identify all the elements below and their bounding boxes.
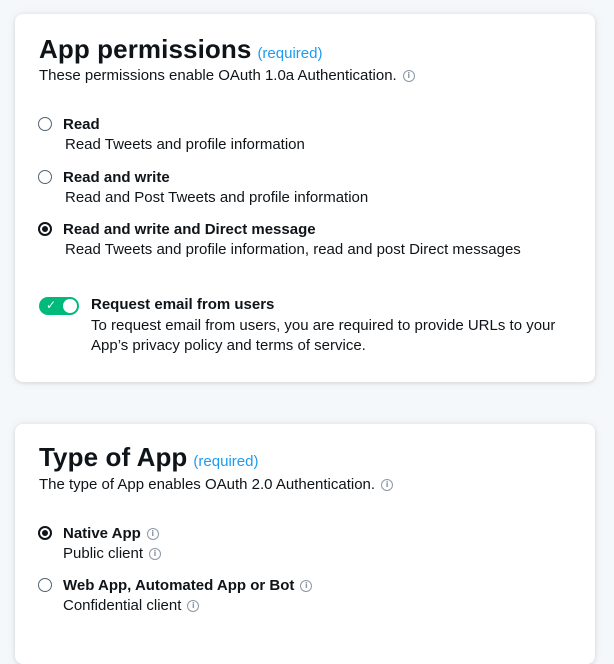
option-label: Read and write and Direct message (63, 221, 316, 238)
app-type-header: Type of App (required) (39, 442, 258, 473)
app-type-title: Type of App (39, 442, 188, 472)
radio-button-read-write[interactable] (38, 170, 52, 184)
permissions-title: App permissions (39, 34, 252, 64)
option-description: Read Tweets and profile information, rea… (65, 241, 521, 258)
type-of-app-card: Type of App (required) The type of App e… (15, 424, 595, 664)
app-permissions-card: App permissions (required) These permiss… (15, 14, 595, 382)
option-description: Read Tweets and profile information (65, 136, 305, 153)
radio-button-web-app[interactable] (38, 578, 52, 592)
check-icon: ✓ (46, 298, 57, 312)
radio-button-native-app[interactable] (38, 526, 52, 540)
option-label: Web App, Automated App or Bot (63, 577, 295, 594)
info-icon[interactable]: i (187, 599, 200, 612)
info-icon[interactable]: i (149, 547, 162, 560)
toggle-knob (63, 299, 77, 313)
option-description: Read and Post Tweets and profile informa… (65, 189, 369, 206)
permissions-subtitle: These permissions enable OAuth 1.0a Auth… (39, 67, 397, 84)
option-description-row: Confidential client i (63, 597, 200, 614)
option-label: Read and write (63, 169, 170, 186)
option-description-row: Public client i (63, 545, 162, 562)
request-email-label: Request email from users (91, 296, 275, 313)
option-label-row: Web App, Automated App or Bot i (63, 577, 313, 594)
option-description: Confidential client (63, 597, 182, 614)
info-icon[interactable]: i (381, 478, 394, 491)
request-email-description: To request email from users, you are req… (91, 317, 556, 354)
permissions-required: (required) (257, 45, 323, 62)
option-description: Public client (63, 545, 144, 562)
option-label: Native App (63, 525, 141, 542)
info-icon[interactable]: i (402, 69, 415, 82)
radio-button-read-write-dm[interactable] (38, 222, 52, 236)
info-icon[interactable]: i (146, 527, 159, 540)
app-type-subtitle-row: The type of App enables OAuth 2.0 Authen… (39, 476, 394, 493)
info-icon[interactable]: i (300, 579, 313, 592)
app-type-subtitle: The type of App enables OAuth 2.0 Authen… (39, 476, 376, 493)
request-email-toggle[interactable]: ✓ (39, 297, 79, 315)
radio-button-read[interactable] (38, 117, 52, 131)
permissions-subtitle-row: These permissions enable OAuth 1.0a Auth… (39, 67, 415, 84)
option-label-row: Native App i (63, 525, 159, 542)
permissions-header: App permissions (required) (39, 34, 322, 65)
option-label: Read (63, 116, 100, 133)
app-type-required: (required) (193, 453, 259, 470)
